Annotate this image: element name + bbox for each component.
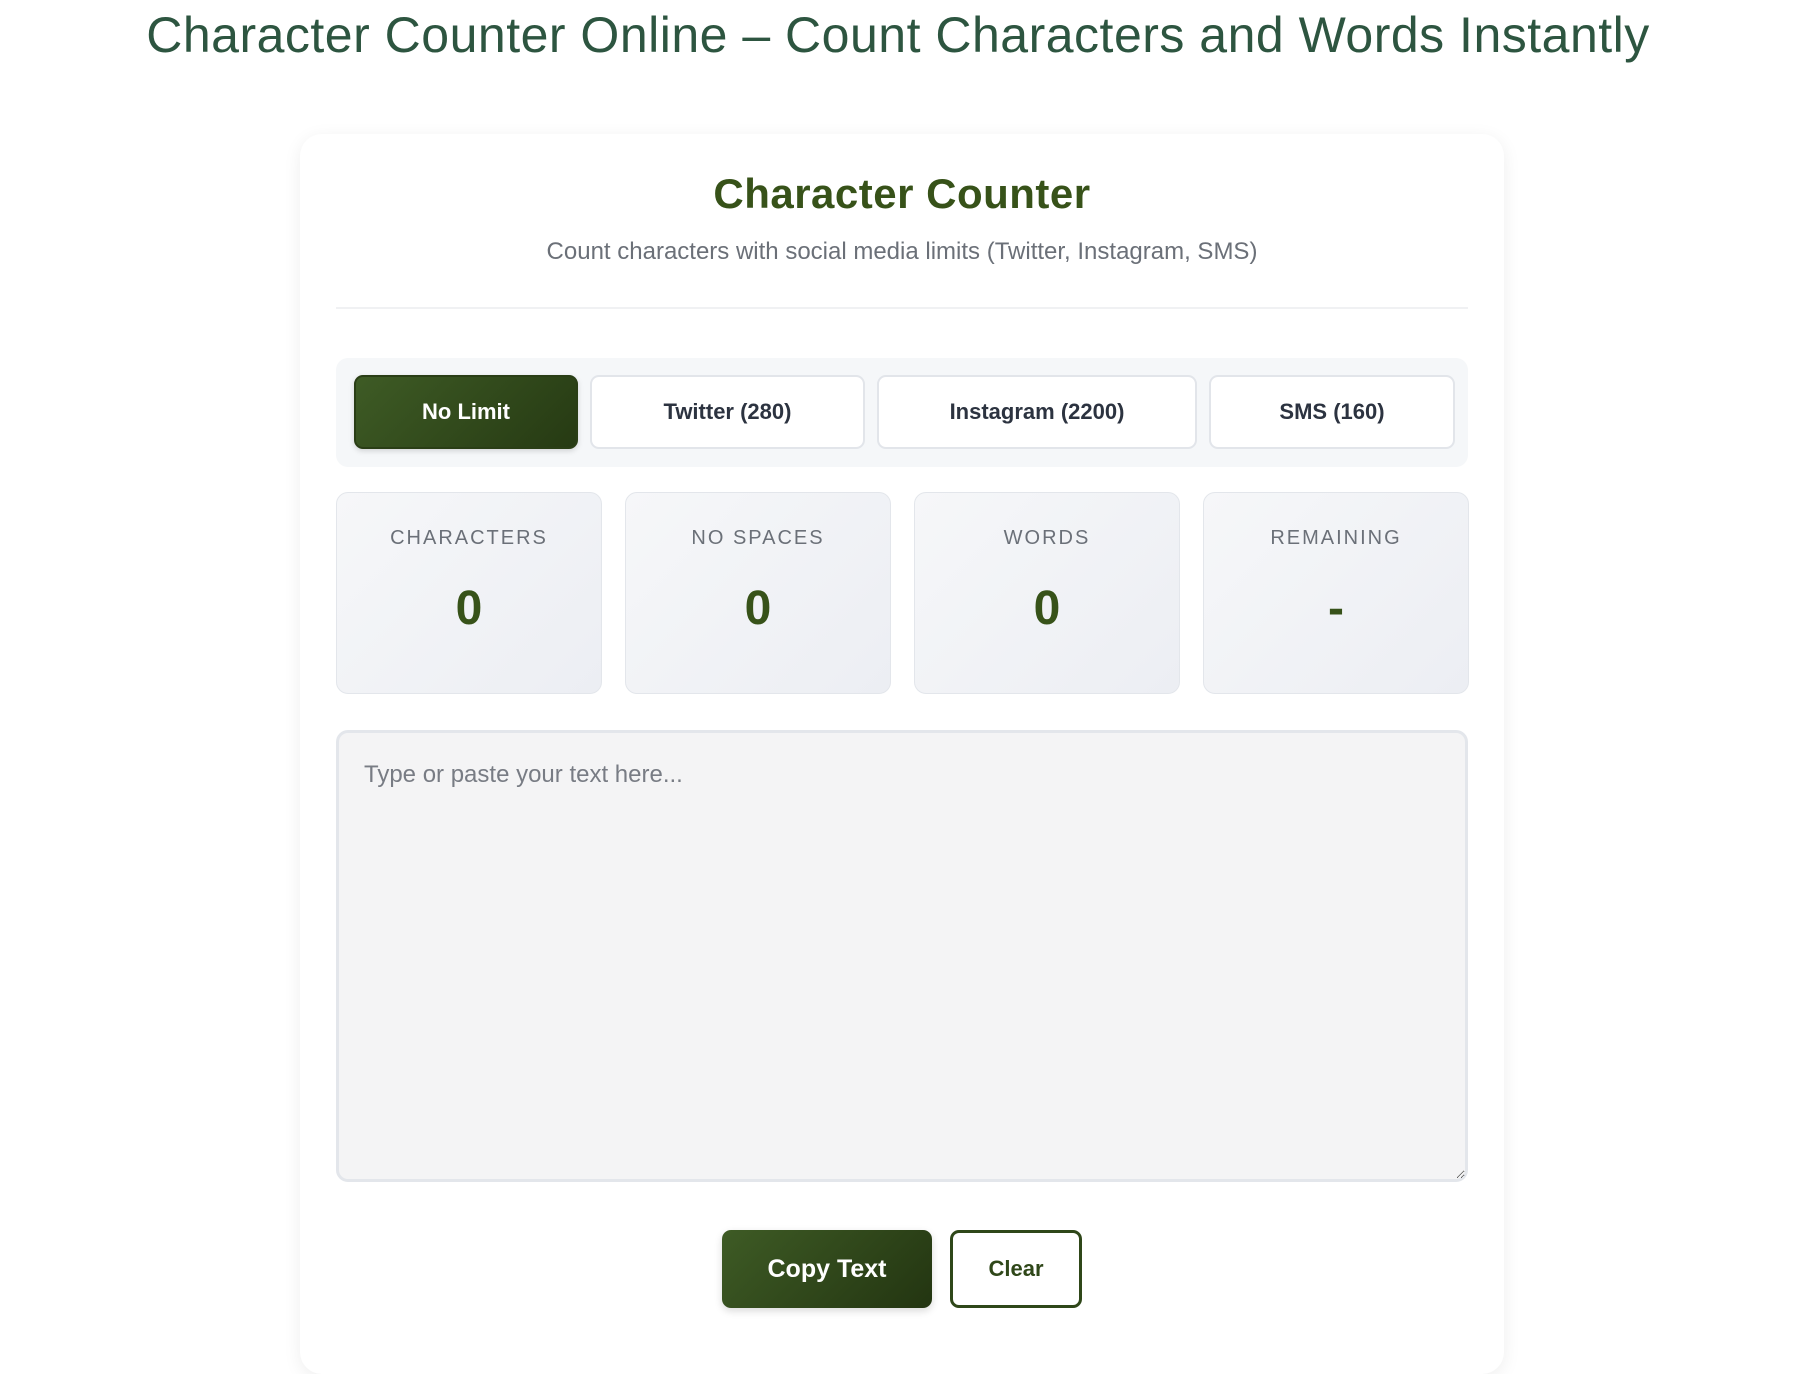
stat-remaining: REMAINING - (1203, 492, 1469, 694)
stat-value: - (1328, 582, 1344, 635)
limit-sms-button[interactable]: SMS (160) (1209, 375, 1455, 449)
stat-value: 0 (455, 582, 483, 635)
stat-label: REMAINING (1270, 527, 1402, 549)
header-divider (336, 307, 1468, 309)
stat-no-spaces: NO SPACES 0 (625, 492, 891, 694)
limit-instagram-button[interactable]: Instagram (2200) (877, 375, 1197, 449)
limit-twitter-button[interactable]: Twitter (280) (590, 375, 865, 449)
limit-selector: No Limit Twitter (280) Instagram (2200) … (336, 358, 1468, 467)
tool-subtitle: Count characters with social media limit… (546, 238, 1258, 265)
copy-text-button[interactable]: Copy Text (722, 1230, 932, 1308)
character-counter-card: Character Counter Count characters with … (300, 134, 1504, 1374)
page-title: Character Counter Online – Count Charact… (146, 7, 1650, 63)
stat-label: WORDS (1003, 527, 1091, 549)
stat-value: 0 (744, 582, 772, 635)
tool-title: Character Counter (713, 170, 1091, 217)
stat-value: 0 (1033, 582, 1061, 635)
limit-no-limit-button[interactable]: No Limit (354, 375, 578, 449)
stat-label: CHARACTERS (390, 527, 548, 549)
text-input[interactable] (336, 730, 1468, 1182)
stat-characters: CHARACTERS 0 (336, 492, 602, 694)
clear-button[interactable]: Clear (950, 1230, 1082, 1308)
stat-words: WORDS 0 (914, 492, 1180, 694)
stat-label: NO SPACES (691, 527, 825, 549)
